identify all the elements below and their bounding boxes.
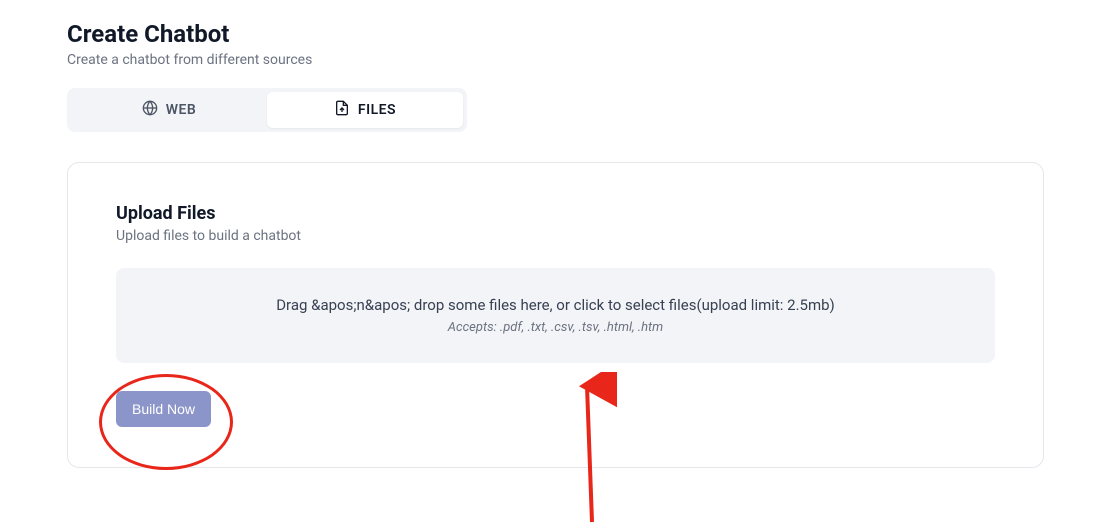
globe-icon (142, 100, 158, 120)
tab-web[interactable]: WEB (71, 92, 267, 128)
tab-files[interactable]: FILES (267, 92, 463, 128)
dropzone-instructions: Drag &apos;n&apos; drop some files here,… (136, 296, 975, 314)
tab-files-label: FILES (358, 102, 396, 118)
file-upload-icon (334, 100, 350, 120)
upload-title: Upload Files (116, 203, 995, 224)
tabs-group: WEB FILES (67, 88, 467, 132)
tab-web-label: WEB (166, 102, 197, 118)
dropzone-accepts: Accepts: .pdf, .txt, .csv, .tsv, .html, … (136, 320, 975, 335)
file-dropzone[interactable]: Drag &apos;n&apos; drop some files here,… (116, 268, 995, 363)
page-title: Create Chatbot (67, 20, 1044, 48)
page-subtitle: Create a chatbot from different sources (67, 52, 1044, 68)
upload-card: Upload Files Upload files to build a cha… (67, 162, 1044, 468)
build-now-button[interactable]: Build Now (116, 391, 211, 427)
upload-subtitle: Upload files to build a chatbot (116, 228, 995, 244)
